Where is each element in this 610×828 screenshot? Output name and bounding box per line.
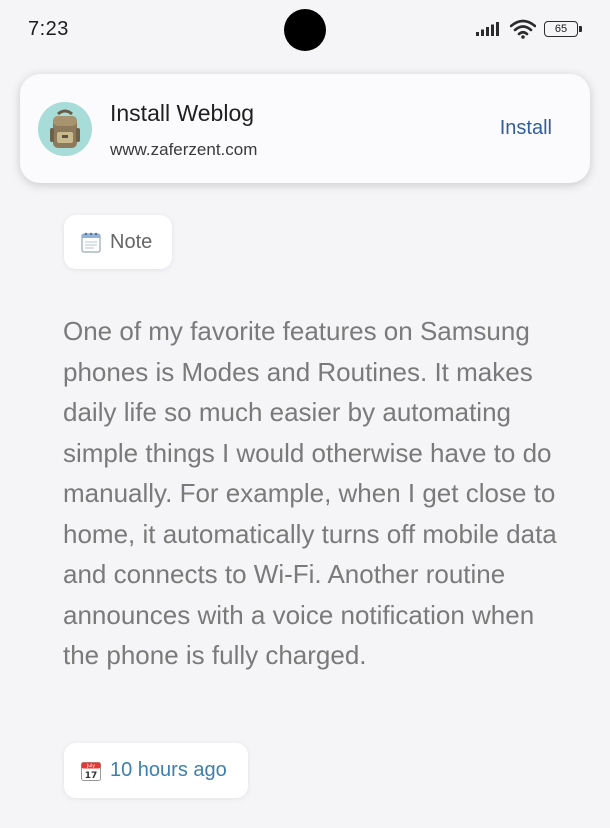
wifi-icon [510, 19, 536, 39]
status-time: 7:23 [28, 18, 69, 40]
status-bar: 7:23 65 [0, 0, 610, 62]
post-timestamp[interactable]: July 17 10 hours ago [64, 743, 248, 798]
calendar-icon-month: July [86, 763, 95, 769]
notepad-icon [81, 232, 101, 253]
note-tag[interactable]: Note [64, 215, 172, 269]
install-app-banner[interactable]: Install Weblog www.zaferzent.com Install [20, 74, 590, 183]
install-title: Install Weblog [110, 100, 255, 126]
calendar-icon: July 17 [81, 761, 101, 781]
backpack-icon [38, 102, 92, 156]
note-tag-label: Note [110, 230, 153, 253]
signal-icon [476, 22, 499, 36]
calendar-icon-day: 17 [85, 771, 98, 781]
battery-icon: 65 [544, 21, 582, 37]
install-url: www.zaferzent.com [110, 140, 258, 159]
post-body-text: One of my favorite features on Samsung p… [63, 316, 557, 670]
status-icons: 65 [476, 19, 582, 39]
install-button[interactable]: Install [500, 117, 552, 140]
front-camera [284, 9, 326, 51]
page: 7:23 65 Install Weblog www.zaferzent.com… [0, 0, 610, 828]
battery-level: 65 [554, 23, 568, 35]
post-time-label: 10 hours ago [110, 759, 227, 781]
